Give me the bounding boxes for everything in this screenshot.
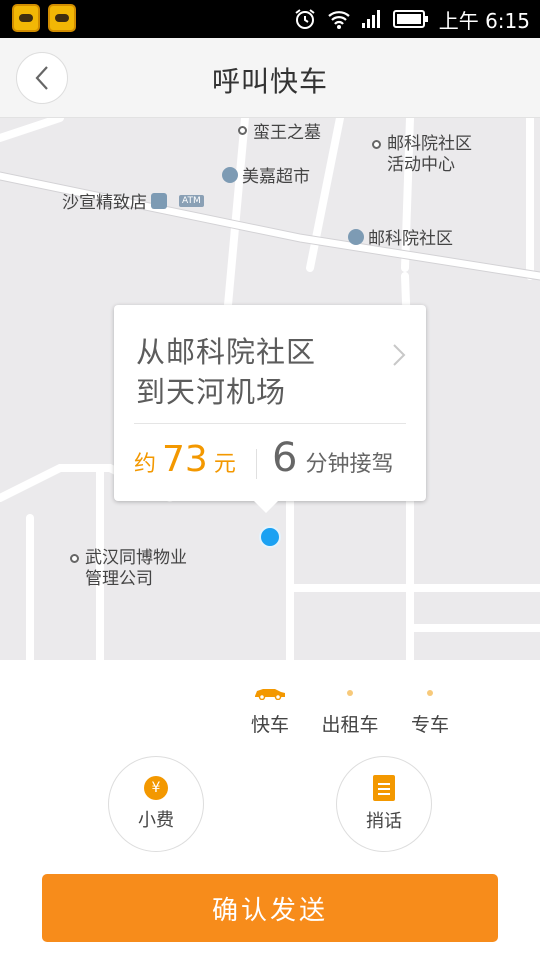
price-value: 73 — [162, 439, 208, 480]
home-icon — [348, 228, 364, 245]
status-time: 上午 6:15 — [438, 8, 530, 33]
message-label: 捎话 — [366, 811, 402, 832]
price-prefix: 约 — [134, 452, 157, 477]
poi-dot-icon — [372, 140, 381, 149]
poi-marker[interactable]: 美嘉超市 — [222, 162, 310, 187]
poi-label: 蛮王之墓 — [253, 123, 321, 143]
poi-marker[interactable]: 沙宣精致店 ATM — [62, 188, 204, 213]
poi-marker[interactable]: 武汉同博物业 管理公司 — [70, 548, 187, 590]
poi-label: 邮科院社区 — [368, 229, 453, 249]
dot-indicator-icon — [427, 690, 433, 696]
bottom-panel: 快车 出租车 专车 ¥ 小费 捎话 确认发送 — [0, 660, 540, 960]
yen-coin-icon: ¥ — [144, 776, 168, 800]
pickup-eta: 6 分钟接驾 — [272, 435, 393, 481]
alarm-icon — [293, 7, 317, 31]
car-icon — [255, 689, 285, 700]
bank-icon — [151, 192, 167, 209]
route-destination: 到天河机场 — [136, 375, 287, 409]
current-location-marker — [259, 526, 281, 548]
poi-dot-icon — [238, 126, 247, 135]
eta-unit: 分钟接驾 — [305, 452, 394, 477]
battery-icon — [392, 10, 429, 28]
price-unit: 元 — [213, 452, 236, 477]
tip-label: 小费 — [138, 810, 174, 831]
poi-label: 美嘉超市 — [242, 167, 310, 187]
tip-button[interactable]: ¥ 小费 — [108, 756, 204, 852]
card-divider — [134, 423, 406, 424]
app-notification-icon — [12, 4, 40, 32]
route-origin: 从邮科院社区 — [136, 335, 317, 369]
shopping-cart-icon — [222, 166, 238, 183]
poi-label: 武汉同博物业 管理公司 — [85, 548, 187, 589]
card-vertical-divider — [256, 449, 257, 479]
trip-summary-card[interactable]: 从邮科院社区 到天河机场 约 73 元 6 分钟接驾 — [114, 305, 426, 513]
tab-premium[interactable]: 专车 — [380, 686, 480, 737]
poi-marker[interactable]: 邮科院社区 活动中心 — [372, 134, 472, 176]
poi-dot-icon — [70, 554, 79, 563]
signal-icon — [361, 9, 383, 29]
dot-indicator-icon — [347, 690, 353, 696]
tab-label: 专车 — [410, 714, 449, 736]
status-bar: 上午 6:15 — [0, 0, 540, 38]
wifi-icon — [327, 8, 351, 30]
confirm-send-button[interactable]: 确认发送 — [42, 874, 498, 942]
atm-badge: ATM — [179, 194, 204, 207]
eta-value: 6 — [272, 435, 298, 481]
poi-label: 沙宣精致店 — [62, 193, 147, 213]
header: 呼叫快车 — [0, 38, 540, 118]
poi-marker[interactable]: 蛮王之墓 — [238, 118, 321, 143]
poi-marker[interactable]: 邮科院社区 — [348, 224, 453, 249]
page-title: 呼叫快车 — [211, 65, 328, 98]
chevron-right-icon — [393, 344, 406, 366]
note-icon — [373, 775, 395, 801]
estimated-price: 约 73 元 — [134, 439, 236, 480]
message-driver-button[interactable]: 捎话 — [336, 756, 432, 852]
poi-label: 邮科院社区 活动中心 — [387, 134, 472, 175]
app-notification-icon — [48, 4, 76, 32]
